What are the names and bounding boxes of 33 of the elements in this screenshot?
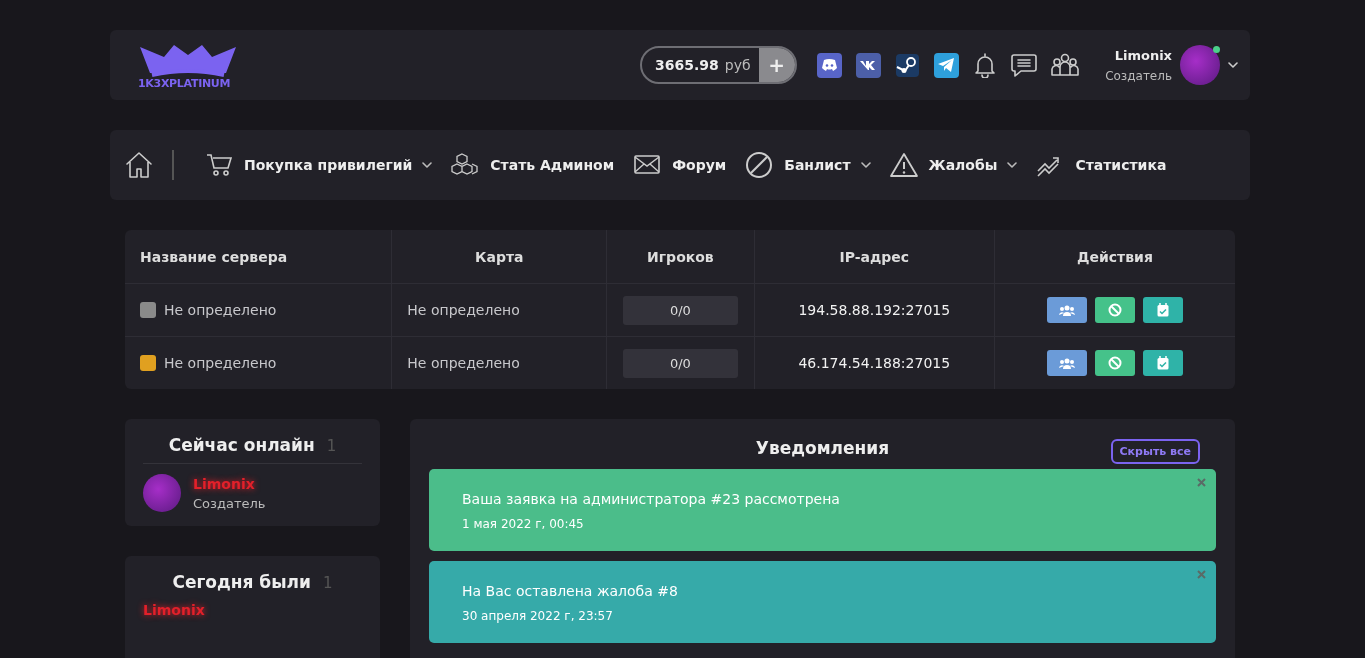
currency-label: руб bbox=[724, 57, 752, 73]
notification-date: 30 апреля 2022 г, 23:57 bbox=[462, 609, 614, 623]
map-name: Не определено bbox=[407, 302, 520, 318]
nav-menu-item[interactable]: Стать Админом bbox=[450, 151, 615, 179]
column-header: Действия bbox=[994, 230, 1235, 284]
server-name: Не определено bbox=[164, 355, 277, 371]
nav-menu-item[interactable]: Форум bbox=[632, 151, 727, 179]
user-role: Создатель bbox=[193, 495, 266, 511]
panel-title: Сегодня были bbox=[172, 572, 311, 592]
players-count: 0/0 bbox=[622, 295, 738, 325]
notification-text: Ваша заявка на администратора #23 рассмотрена bbox=[462, 491, 841, 507]
column-header: IP-адрес bbox=[754, 230, 995, 284]
map-name: Не определено bbox=[407, 355, 520, 371]
panel-title: Уведомления bbox=[755, 438, 890, 458]
hide-all-button[interactable]: Скрыть все bbox=[1110, 439, 1200, 464]
user-name[interactable]: Limonix bbox=[1114, 47, 1172, 63]
panel-title: Сейчас онлайн bbox=[168, 435, 315, 455]
nav-menu-item[interactable]: Жалобы bbox=[888, 151, 1018, 179]
column-header: Игроков bbox=[606, 230, 755, 284]
notification-date: 1 мая 2022 г, 00:45 bbox=[462, 517, 585, 531]
server-ip: 46.174.54.188:27015 bbox=[798, 355, 951, 371]
user-role: Создатель bbox=[1105, 68, 1172, 83]
balance-amount: 3665.98 bbox=[654, 57, 720, 73]
players-count: 0/0 bbox=[622, 348, 738, 378]
server-name: Не определено bbox=[164, 302, 277, 318]
nav-menu-item[interactable]: Статистика bbox=[1035, 151, 1167, 179]
notification-text: На Вас оставлена жалоба #8 bbox=[462, 583, 679, 599]
server-ip: 194.58.88.192:27015 bbox=[798, 302, 951, 318]
column-header: Карта bbox=[391, 230, 607, 284]
nav-menu-item[interactable]: Покупка привилегий bbox=[204, 151, 433, 179]
logo-text[interactable]: 1K3XPLATINUM bbox=[138, 76, 231, 90]
nav-menu-item[interactable]: Банлист bbox=[744, 151, 871, 179]
column-header: Название сервера bbox=[125, 230, 392, 284]
